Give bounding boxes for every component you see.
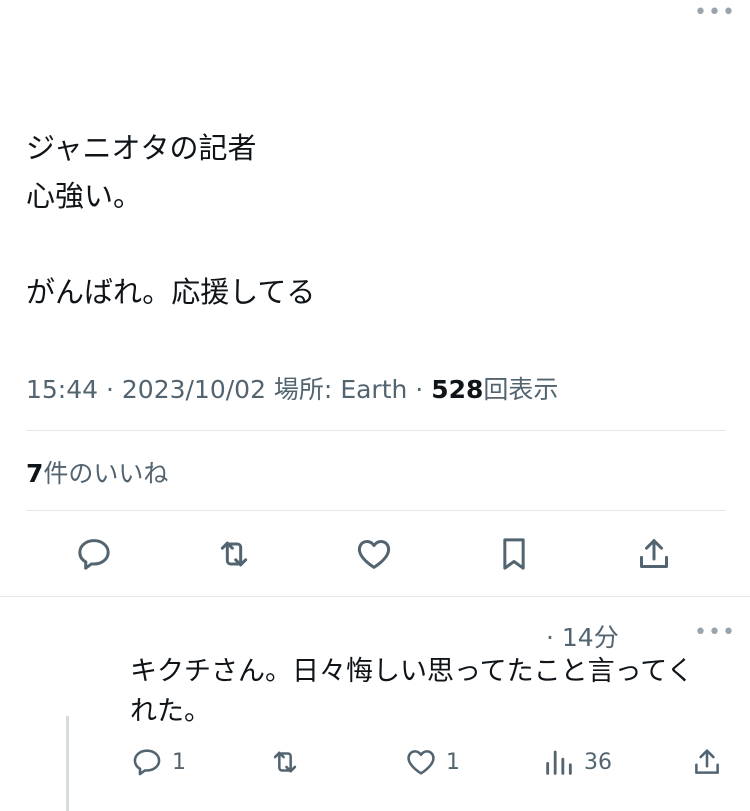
tweet-text-line: ジャニオタの記者 bbox=[26, 131, 257, 165]
reply-text: キクチさん。日々悔しい思ってたこと言ってく れた。 bbox=[130, 652, 730, 732]
reply-icon bbox=[78, 539, 110, 570]
retweet-icon bbox=[220, 541, 248, 567]
thread-connector-line bbox=[66, 716, 69, 811]
like-icon bbox=[357, 540, 391, 569]
tweet-meta: 15:44 · 2023/10/02 場所: Earth · 528回表示 bbox=[26, 370, 558, 406]
views-chart-icon bbox=[546, 750, 572, 775]
bookmark-button[interactable] bbox=[494, 534, 534, 574]
more-options-icon[interactable]: ••• bbox=[694, 2, 736, 24]
share-icon bbox=[640, 539, 668, 568]
tweet-action-bar bbox=[0, 534, 750, 574]
bookmark-icon bbox=[503, 538, 525, 570]
reply-retweet-button[interactable] bbox=[268, 744, 310, 780]
reply-reply-button[interactable]: 1 bbox=[130, 744, 186, 780]
likes-label: 件のいいね bbox=[43, 459, 169, 488]
reply-views-button[interactable]: 36 bbox=[542, 744, 612, 780]
view-count[interactable]: 528 bbox=[431, 375, 483, 404]
reply-icon bbox=[133, 749, 161, 776]
location-link[interactable]: Earth bbox=[340, 375, 407, 404]
tweet-text-line: がんばれ。応援してる bbox=[26, 275, 316, 309]
tweet-text-line: 心強い。 bbox=[26, 179, 143, 213]
meta-separator: · bbox=[98, 375, 122, 404]
reply-count: 1 bbox=[172, 749, 186, 775]
reply-button[interactable] bbox=[74, 534, 114, 574]
reply-more-options-icon[interactable]: ••• bbox=[694, 622, 736, 644]
location-label: 場所: bbox=[265, 375, 341, 404]
reply-timestamp[interactable]: · 14分 bbox=[546, 618, 619, 654]
retweet-icon bbox=[273, 751, 297, 773]
like-count: 1 bbox=[446, 749, 460, 775]
divider bbox=[26, 430, 726, 431]
like-icon bbox=[407, 750, 435, 775]
share-icon bbox=[695, 749, 719, 774]
reply-text-line: れた。 bbox=[130, 696, 211, 727]
meta-separator: · bbox=[407, 375, 432, 404]
divider bbox=[26, 510, 726, 511]
divider bbox=[0, 596, 750, 597]
tweet-text-line bbox=[26, 220, 726, 268]
tweet-time[interactable]: 15:44 bbox=[26, 375, 98, 404]
tweet-text: ジャニオタの記者 心強い。 がんばれ。応援してる bbox=[26, 124, 726, 316]
likes-summary[interactable]: 7件のいいね bbox=[26, 454, 168, 490]
share-button[interactable] bbox=[634, 534, 674, 574]
view-label: 回表示 bbox=[483, 375, 559, 404]
retweet-button[interactable] bbox=[214, 534, 254, 574]
reply-like-button[interactable]: 1 bbox=[404, 744, 460, 780]
tweet-date[interactable]: 2023/10/02 bbox=[122, 375, 266, 404]
likes-count: 7 bbox=[26, 459, 44, 488]
reply-share-button[interactable] bbox=[690, 744, 724, 780]
reply-text-line: キクチさん。日々悔しい思ってたこと言ってく bbox=[130, 656, 694, 687]
like-button[interactable] bbox=[354, 534, 394, 574]
views-count: 36 bbox=[584, 749, 612, 775]
